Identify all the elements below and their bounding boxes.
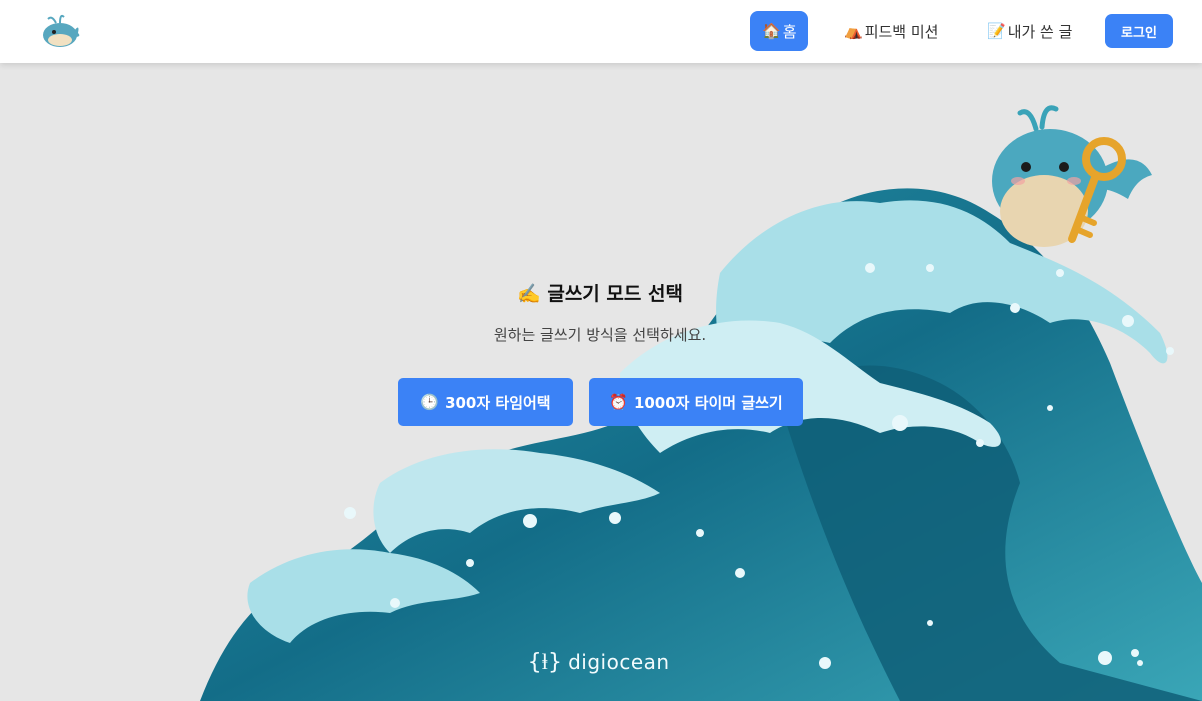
clock-icon: 🕒: [420, 393, 440, 411]
brand-mark-icon: {ⱡ}: [528, 650, 563, 675]
nav-my-posts-button[interactable]: 📝 내가 쓴 글: [975, 11, 1084, 51]
nav-my-posts-label: 내가 쓴 글: [1007, 22, 1073, 41]
tent-icon: ⛺: [844, 22, 863, 40]
mode-selection-panel: ✍️ 글쓰기 모드 선택 원하는 글쓰기 방식을 선택하세요. 🕒 300자 타…: [0, 63, 1202, 701]
writing-hand-icon: ✍️: [517, 283, 541, 305]
nav-home-button[interactable]: 🏠 홈: [750, 11, 808, 51]
top-navigation-bar: 🏠 홈 ⛺ 피드백 미션 📝 내가 쓴 글 로그인: [0, 0, 1202, 63]
alarm-clock-icon: ⏰: [609, 393, 628, 411]
login-button[interactable]: 로그인: [1105, 14, 1173, 48]
page-title-text: 글쓰기 모드 선택: [547, 283, 683, 305]
whale-logo-icon[interactable]: [38, 11, 82, 51]
mode-300-time-attack-button[interactable]: 🕒 300자 타임어택: [398, 378, 573, 426]
brand-logo: {ⱡ} digiocean: [528, 646, 670, 678]
memo-icon: 📝: [987, 22, 1006, 40]
hero-section: ✍️ 글쓰기 모드 선택 원하는 글쓰기 방식을 선택하세요. 🕒 300자 타…: [0, 63, 1202, 701]
brand-name: digiocean: [568, 650, 670, 674]
mode-300-label: 300자 타임어택: [445, 393, 551, 412]
nav-feedback-mission-label: 피드백 미션: [864, 22, 939, 41]
house-icon: 🏠: [762, 22, 781, 40]
nav-feedback-mission-button[interactable]: ⛺ 피드백 미션: [832, 11, 950, 51]
nav-home-label: 홈: [782, 22, 797, 41]
page-title: ✍️ 글쓰기 모드 선택: [0, 279, 1200, 306]
mode-1000-label: 1000자 타이머 글쓰기: [633, 393, 783, 412]
mode-1000-timer-writing-button[interactable]: ⏰ 1000자 타이머 글쓰기: [589, 378, 803, 426]
page-subtitle: 원하는 글쓰기 방식을 선택하세요.: [493, 326, 707, 344]
